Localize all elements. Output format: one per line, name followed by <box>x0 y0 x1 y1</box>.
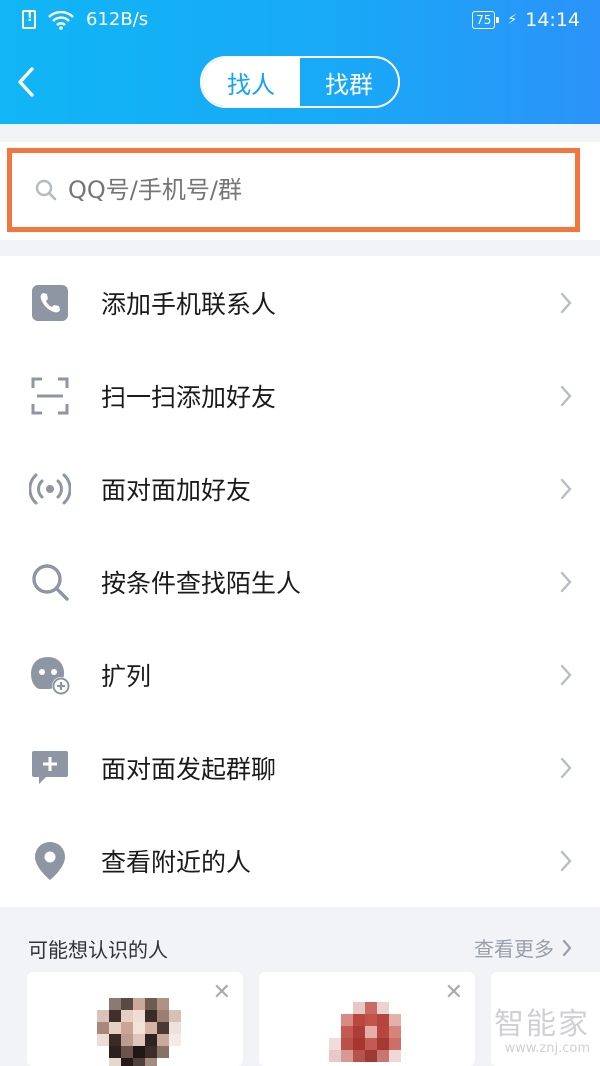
location-icon <box>28 839 72 883</box>
search-icon <box>28 560 72 604</box>
status-bar: 612B/s 75 ⚡ 14:14 <box>0 0 600 42</box>
menu-item-search-strangers[interactable]: 按条件查找陌生人 <box>0 535 600 628</box>
see-more-label: 查看更多 <box>474 937 554 961</box>
face-add-icon <box>28 653 72 697</box>
battery-icon: 75 <box>472 11 500 29</box>
chevron-right-icon <box>560 292 572 314</box>
watermark: 智能家 www.znj.com <box>482 995 594 1065</box>
chevron-right-icon <box>560 757 572 779</box>
tab-find-people[interactable]: 找人 <box>202 58 300 106</box>
menu-item-label: 扩列 <box>101 661 152 691</box>
menu-item-phone-contacts[interactable]: 添加手机联系人 <box>0 256 600 349</box>
avatar <box>97 998 181 1066</box>
menu-item-label: 面对面加好友 <box>101 475 252 505</box>
menu-item-label: 按条件查找陌生人 <box>101 568 302 598</box>
scan-icon <box>28 374 72 418</box>
add-friend-menu: 添加手机联系人 扫一扫添加好友 面对面加好友 按条件查找陌生人 扩列 面对面发起… <box>0 256 600 907</box>
chevron-right-icon <box>560 850 572 872</box>
find-segmented-control: 找人 找群 <box>200 56 400 108</box>
phone-icon <box>28 281 72 325</box>
charging-icon: ⚡ <box>507 12 518 28</box>
suggested-person-card[interactable]: ✕ <box>27 972 243 1066</box>
app-header: 612B/s 75 ⚡ 14:14 找人 找群 <box>0 0 600 124</box>
network-speed: 612B/s <box>86 9 149 30</box>
menu-item-label: 添加手机联系人 <box>101 289 277 319</box>
search-icon <box>35 179 57 201</box>
dismiss-icon[interactable]: ✕ <box>213 982 231 1004</box>
menu-item-label: 面对面发起群聊 <box>101 754 277 784</box>
search-box[interactable] <box>7 148 580 232</box>
people-you-may-know-header: 可能想认识的人 查看更多 <box>0 910 600 970</box>
battery-level: 75 <box>476 13 492 27</box>
menu-item-nearby-people[interactable]: 查看附近的人 <box>0 814 600 907</box>
chevron-right-icon <box>560 571 572 593</box>
search-section <box>0 142 600 240</box>
radar-icon <box>28 467 72 511</box>
menu-item-face-to-face[interactable]: 面对面加好友 <box>0 442 600 535</box>
tab-find-groups[interactable]: 找群 <box>300 58 398 106</box>
watermark-url: www.znj.com <box>504 1041 590 1056</box>
search-input[interactable] <box>68 176 528 204</box>
back-button[interactable] <box>10 62 46 102</box>
menu-item-label: 扫一扫添加好友 <box>101 382 277 412</box>
menu-item-expand-list[interactable]: 扩列 <box>0 628 600 721</box>
watermark-text: 智能家 <box>494 1007 590 1042</box>
wifi-icon <box>48 10 74 30</box>
suggested-person-card[interactable]: ✕ <box>259 972 475 1066</box>
chevron-right-icon <box>560 664 572 686</box>
dismiss-icon[interactable]: ✕ <box>445 982 463 1004</box>
sim-alert-icon <box>22 10 36 29</box>
clock: 14:14 <box>525 9 580 31</box>
avatar <box>329 1002 413 1066</box>
chevron-left-icon <box>18 67 34 97</box>
see-more-link[interactable]: 查看更多 <box>474 933 572 962</box>
menu-item-scan[interactable]: 扫一扫添加好友 <box>0 349 600 442</box>
section-title: 可能想认识的人 <box>28 938 168 962</box>
chevron-right-icon <box>560 478 572 500</box>
chat-add-icon <box>28 746 72 790</box>
chevron-right-icon <box>560 385 572 407</box>
chevron-right-icon <box>562 939 572 956</box>
menu-item-label: 查看附近的人 <box>101 847 252 877</box>
menu-item-group-chat[interactable]: 面对面发起群聊 <box>0 721 600 814</box>
